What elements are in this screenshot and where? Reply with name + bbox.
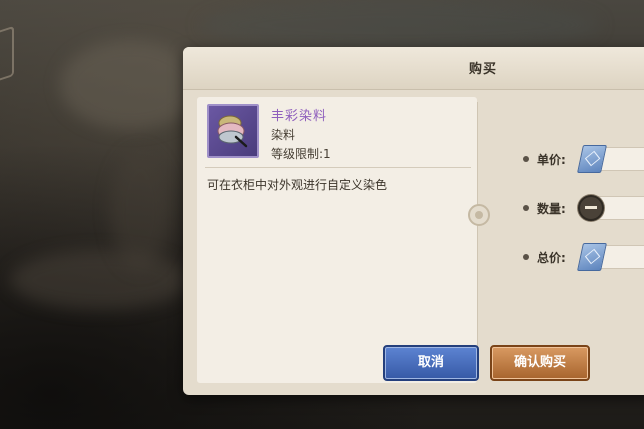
currency-gem-icon xyxy=(577,145,607,173)
unit-price-box: 50 xyxy=(577,145,644,173)
background-blur xyxy=(110,150,170,270)
minus-icon[interactable] xyxy=(578,195,604,221)
unit-price-label: 单价: xyxy=(537,153,566,167)
bullet-icon xyxy=(523,205,529,211)
quantity-stepper[interactable]: 1 xyxy=(578,195,644,221)
item-name: 丰彩染料 xyxy=(271,109,328,124)
total-price-box: 50 xyxy=(577,243,644,271)
background-blur xyxy=(10,250,190,310)
purchase-dialog: 购买 丰彩染料 染料 等级限制:1 可在衣柜中对外观进行自定义染色 单价: 50… xyxy=(183,47,644,395)
panel-divider xyxy=(205,167,471,168)
side-hex-button[interactable] xyxy=(0,25,14,85)
item-info-panel: 丰彩染料 染料 等级限制:1 可在衣柜中对外观进行自定义染色 xyxy=(197,97,477,383)
bullet-icon xyxy=(523,254,529,260)
item-type: 染料 xyxy=(271,128,296,142)
level-label: 等级限制: xyxy=(271,147,324,161)
item-description: 可在衣柜中对外观进行自定义染色 xyxy=(207,178,388,192)
background-blur xyxy=(60,40,200,130)
dialog-titlebar: 购买 xyxy=(183,47,644,90)
dialog-title: 购买 xyxy=(468,62,497,77)
vertical-divider xyxy=(477,102,478,380)
cancel-button[interactable]: 取消 xyxy=(383,345,479,381)
confirm-purchase-button[interactable]: 确认购买 xyxy=(490,345,590,381)
total-price-label: 总价: xyxy=(537,251,566,265)
divider-ornament-icon xyxy=(468,204,490,226)
quantity-label: 数量: xyxy=(537,202,566,216)
level-value: 1 xyxy=(323,147,331,161)
dye-icon xyxy=(207,104,259,158)
background-blur xyxy=(200,0,600,50)
currency-gem-icon xyxy=(577,243,607,271)
bullet-icon xyxy=(523,156,529,162)
item-level-requirement: 等级限制:1 xyxy=(271,145,331,162)
